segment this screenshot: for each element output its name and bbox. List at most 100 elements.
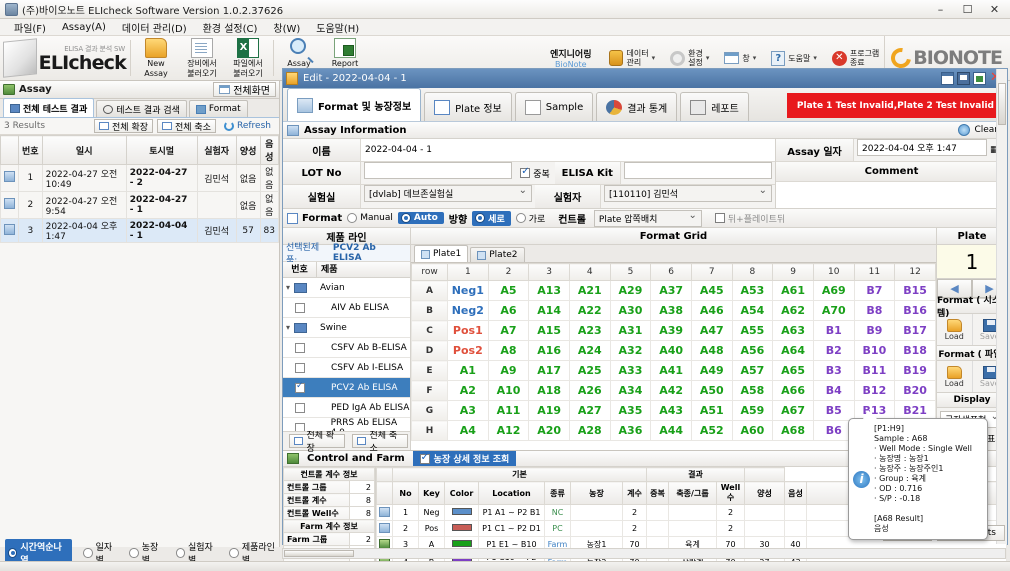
product-item-pcv2[interactable]: PCV2 Ab ELISA [283,378,410,398]
well-cell[interactable]: A66 [772,380,814,401]
well-cell[interactable]: A2 [447,380,489,401]
chevron-down-icon[interactable]: ▾ [652,54,656,62]
tester-select[interactable]: [110110] 김민석 [604,185,772,202]
well-cell[interactable]: A25 [568,360,611,381]
radio-vertical[interactable]: 세로 [472,210,511,226]
well-cell[interactable]: A55 [731,320,774,341]
product-collapse-all-button[interactable]: 전체 축소 [352,431,408,454]
cf-col-count[interactable]: 계수 [622,481,647,505]
cf-col-no[interactable]: No [392,481,419,505]
lab-select[interactable]: [dvlab] 데브존실험실 [364,185,532,202]
expand-toggle-icon[interactable]: ▾ [283,283,293,292]
well-cell[interactable]: A10 [487,380,530,401]
product-group-swine[interactable]: ▾ Swine [283,318,410,338]
well-cell[interactable]: A41 [650,360,692,381]
cf-col-species[interactable]: 축종/그룹 [668,481,717,505]
well-cell[interactable]: A48 [690,340,733,361]
edit-save-button[interactable] [957,72,970,85]
elisa-kit-input[interactable] [623,162,772,179]
chevron-down-icon-4[interactable]: ▾ [813,54,817,62]
duplicate-checkbox[interactable]: 중복 [515,162,555,184]
well-cell[interactable]: A4 [447,420,489,441]
name-value[interactable]: 2022-04-04 - 1 [361,139,775,161]
well-cell[interactable]: A30 [609,300,652,321]
radio-horizontal[interactable]: 가로 [515,212,545,225]
well-cell[interactable]: B12 [853,380,896,401]
product-checkbox-4[interactable] [295,381,305,393]
table-row[interactable]: 2 2022-04-27 오전 9:54 2022-04-27 - 1 없음 없… [0,191,280,219]
well-cell[interactable]: Pos1 [447,320,489,341]
well-cell[interactable]: A9 [487,360,530,381]
cf-col-kind[interactable]: 종류 [544,481,571,505]
tab-format[interactable]: Format [188,100,248,117]
edit-saveas-button[interactable] [973,72,986,85]
well-cell[interactable]: A65 [772,360,814,381]
well-cell[interactable]: A61 [772,280,814,301]
menu-assay[interactable]: Assay(A) [54,21,114,34]
well-cell[interactable]: A33 [609,360,652,381]
cf-col-farm[interactable]: 농장 [570,481,623,505]
well-cell[interactable]: B8 [853,300,896,321]
hscroll-thumb[interactable] [284,550,354,557]
well-cell[interactable]: B17 [894,320,936,341]
tab-all-test-results[interactable]: 전체 테스트 결과 [3,98,95,117]
minimize-button[interactable]: – [927,1,954,18]
well-cell[interactable]: A62 [772,300,814,321]
well-cell[interactable]: Pos2 [447,340,489,361]
chevron-down-icon-3[interactable]: ▾ [753,54,757,62]
expand-toggle-icon-2[interactable]: ▾ [283,323,293,332]
well-cell[interactable]: A12 [487,420,530,441]
well-cell[interactable]: A63 [772,320,814,341]
well-cell[interactable]: A56 [731,340,774,361]
product-item-csfv-b[interactable]: CSFV Ab B-ELISA [283,338,410,358]
product-checkbox[interactable] [295,302,305,313]
tab-search-results[interactable]: 테스트 결과 검색 [96,100,187,117]
assay-date-input[interactable]: 2022-04-04 오후 1:47 [857,139,987,156]
well-cell[interactable]: A51 [690,400,733,421]
tab-sample[interactable]: Sample [514,92,594,121]
table-row[interactable]: 3 2022-04-04 오후 1:47 2022-04-04 - 1 김민석 … [0,218,280,243]
well-cell[interactable]: A38 [650,300,692,321]
well-cell[interactable]: A5 [487,280,530,301]
well-cell[interactable]: A57 [731,360,774,381]
col-datetime[interactable]: 일시 [41,135,127,165]
tab-report[interactable]: 레포트 [680,92,749,121]
well-cell[interactable]: A42 [650,380,692,401]
load-from-file-button[interactable]: 파일에서 불러오기 [225,36,271,80]
well-cell[interactable]: B7 [853,280,896,301]
cf-col-location[interactable]: Location [478,481,545,505]
cf-col-pos[interactable]: 양성 [744,481,785,505]
expand-all-button[interactable]: 전체 확장 [94,119,154,133]
well-cell[interactable]: A54 [731,300,774,321]
after-plate-checkbox[interactable]: 뒤+플레이트뒤 [710,212,790,225]
well-cell[interactable]: A15 [528,320,570,341]
control-select[interactable]: Plate 압쪽배치 [593,209,702,227]
product-item-prrs[interactable]: PRRS Ab ELISA 4.0 [283,418,410,431]
lot-input[interactable] [364,162,513,179]
well-cell[interactable]: A45 [690,280,733,301]
well-cell[interactable]: B15 [894,280,936,301]
well-cell[interactable]: B1 [812,320,855,341]
well-cell[interactable]: A11 [487,400,530,421]
well-cell[interactable]: A23 [568,320,611,341]
well-cell[interactable]: B19 [894,360,936,381]
chevron-down-icon-2[interactable]: ▾ [706,54,710,62]
color-swatch[interactable] [451,540,472,547]
well-cell[interactable]: A59 [731,400,774,421]
product-checkbox-5[interactable] [295,402,305,413]
well-cell[interactable]: Neg1 [447,280,489,301]
product-group-avian[interactable]: ▾ Avian [283,278,410,298]
refresh-button[interactable]: Refresh [220,119,275,133]
color-swatch[interactable] [451,524,472,531]
well-cell[interactable]: A32 [609,340,652,361]
well-cell[interactable]: A40 [650,340,692,361]
well-cell[interactable]: A69 [812,280,855,301]
new-assay-button[interactable]: New Assay [133,36,179,80]
product-item-ped[interactable]: PED IgA Ab ELISA [283,398,410,418]
well-cell[interactable]: A19 [528,400,570,421]
product-checkbox-2[interactable] [295,342,305,353]
vscroll-thumb[interactable] [998,83,1006,125]
col-no[interactable]: 번호 [18,135,43,165]
well-cell[interactable]: A21 [568,280,611,301]
well-cell[interactable]: A28 [568,420,611,441]
